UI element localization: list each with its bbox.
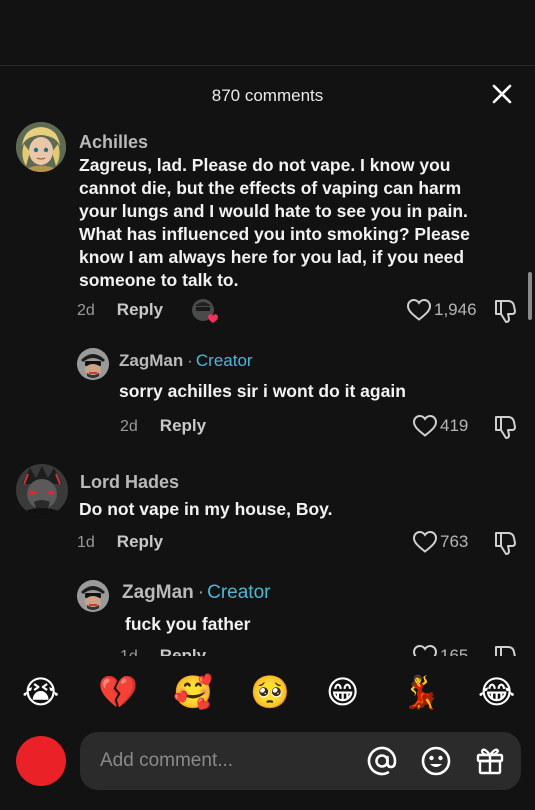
heart-icon xyxy=(412,644,438,656)
comment-text: sorry achilles sir i wont do it again xyxy=(119,381,406,401)
comment-author[interactable]: ZagMan · Creator xyxy=(122,582,270,604)
like-count: 1,946 xyxy=(434,300,477,319)
comment-input[interactable]: Add comment... xyxy=(80,732,521,790)
emoji-broken-heart[interactable]: 💔 xyxy=(98,672,138,712)
mention-icon[interactable] xyxy=(366,745,398,777)
emoji-grinning-face[interactable]: 😁 xyxy=(326,672,359,712)
creator-badge: · Creator xyxy=(197,582,271,603)
author-name: ZagMan xyxy=(122,582,194,603)
comment-text: Do not vape in my house, Boy. xyxy=(79,499,333,519)
reply-button[interactable]: Reply xyxy=(160,646,206,656)
comment-composer: Add comment... xyxy=(0,730,535,794)
emoji-icon[interactable] xyxy=(420,745,452,777)
comment-meta: 1d Reply xyxy=(120,646,206,656)
comments-header: 870 comments xyxy=(0,66,535,122)
emoji-dancer[interactable]: 💃 xyxy=(401,672,441,712)
dislike-icon[interactable] xyxy=(493,530,517,556)
comment-author[interactable]: Lord Hades xyxy=(80,472,179,493)
comment-list[interactable]: Achilles Zagreus, lad. Please do not vap… xyxy=(0,122,535,656)
comment-text: Zagreus, lad. Please do not vape. I know… xyxy=(79,155,470,290)
video-area-edge xyxy=(0,0,535,66)
emoji-quick-bar: 😭 💔 🥰 🥺 😁 💃 😂 xyxy=(0,668,535,720)
comment-time: 2d xyxy=(77,302,95,319)
reply-button[interactable]: Reply xyxy=(160,416,206,435)
heart-icon xyxy=(412,530,438,553)
heart-icon xyxy=(406,298,432,321)
comment-text: fuck you father xyxy=(125,614,251,634)
like-count: 763 xyxy=(440,532,469,551)
close-icon[interactable] xyxy=(489,81,515,107)
creator-badge: · Creator xyxy=(187,351,253,370)
like-button[interactable]: 1,946 xyxy=(406,298,477,322)
comment-author[interactable]: Achilles xyxy=(79,132,148,153)
avatar[interactable] xyxy=(16,464,68,516)
comment-time: 1d xyxy=(120,648,138,656)
dislike-icon[interactable] xyxy=(493,298,517,324)
author-name: ZagMan xyxy=(119,351,184,370)
like-count: 165 xyxy=(440,646,469,656)
avatar[interactable] xyxy=(16,122,66,172)
comment-meta: 2d Reply xyxy=(77,300,163,320)
heart-icon xyxy=(412,414,438,437)
comment-time: 2d xyxy=(120,418,138,435)
comment-item: Achilles Zagreus, lad. Please do not vap… xyxy=(0,122,535,332)
emoji-loudly-crying[interactable]: 😭 xyxy=(22,672,59,712)
emoji-tears-of-joy[interactable]: 😂 xyxy=(478,672,515,712)
comment-item: ZagMan · Creator sorry achilles sir i wont… xyxy=(0,346,535,446)
scrollbar[interactable] xyxy=(528,272,532,320)
emoji-smiling-hearts[interactable]: 🥰 xyxy=(173,672,213,712)
emoji-pleading-face[interactable]: 🥺 xyxy=(250,672,290,712)
avatar[interactable] xyxy=(77,580,109,612)
like-button[interactable]: 763 xyxy=(412,530,468,554)
like-count: 419 xyxy=(440,416,469,435)
reply-button[interactable]: Reply xyxy=(117,532,163,551)
comment-meta: 1d Reply xyxy=(77,532,163,552)
dislike-icon[interactable] xyxy=(493,644,517,656)
comment-meta: 2d Reply xyxy=(120,416,206,436)
comment-author[interactable]: ZagMan · Creator xyxy=(119,351,253,371)
comment-count: 870 comments xyxy=(211,86,324,105)
avatar[interactable] xyxy=(77,348,109,380)
like-button[interactable]: 419 xyxy=(412,414,468,438)
comment-input-placeholder: Add comment... xyxy=(100,750,234,771)
creator-liked-avatar xyxy=(191,298,218,324)
comment-item: ZagMan·Creator fuck you father 1d Reply 1… xyxy=(0,578,535,656)
record-button[interactable] xyxy=(16,736,66,786)
reply-button[interactable]: Reply xyxy=(117,300,163,319)
gift-icon[interactable] xyxy=(474,745,506,777)
like-button[interactable]: 165 xyxy=(412,644,468,656)
comment-time: 1d xyxy=(77,534,95,551)
dislike-icon[interactable] xyxy=(493,414,517,440)
comment-item: Lord Hades Do not vape in my house, Boy.… xyxy=(0,462,535,562)
